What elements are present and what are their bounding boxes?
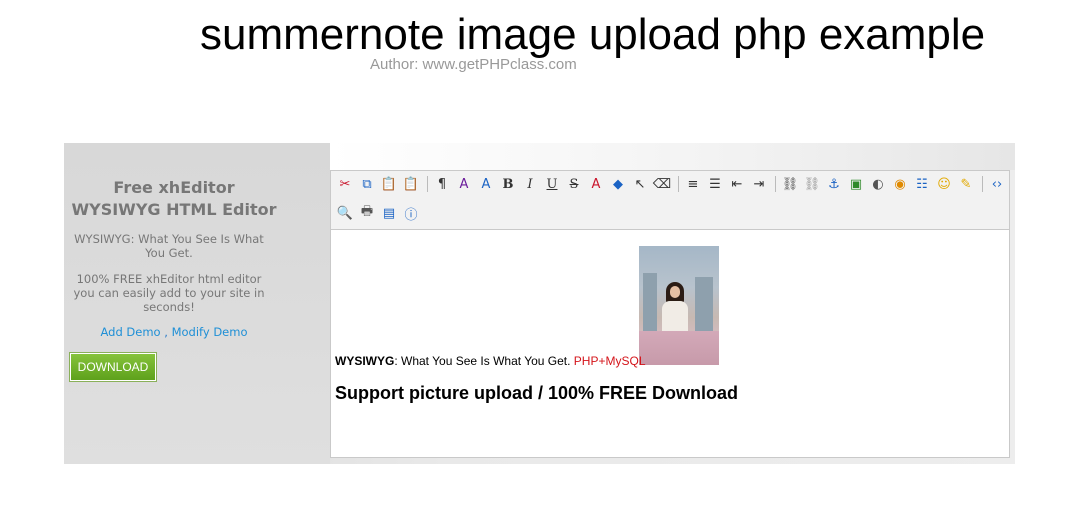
content-inline-bold: WYSIWYG <box>335 354 395 368</box>
sidebar-description: WYSIWYG: What You See Is What You Get. <box>74 232 264 260</box>
block-format-icon[interactable]: ¶ <box>432 174 452 194</box>
toolbar-row-2: 🔍 🖶 ▤ ⓘ <box>335 202 423 224</box>
cut-icon[interactable]: ✂ <box>335 174 355 194</box>
content-photo <box>639 246 719 365</box>
emoticon-icon[interactable]: ☺ <box>934 174 954 194</box>
italic-icon[interactable]: I <box>520 174 540 194</box>
anchor-icon[interactable]: ⚓ <box>824 174 844 194</box>
content-inline-rest: : What You See Is What You Get. <box>394 354 574 368</box>
unlink-icon[interactable]: ⛓ <box>802 174 822 194</box>
content-inline-red: PHP+MySQL <box>573 354 646 368</box>
xheditor: ✂ ⧉ 📋 📋 ¶ A A B I U S A ◆ ↖ ⌫ ≡ ☰ ⇤ ⇥ ⛓ ⛓ ⚓ ▣ ◐ ◉ ☷ ☺ ✎ ‹› 🔍 🖶 ▤ ⓘ WYSI… <box>330 170 1010 458</box>
toolbar-separator <box>678 176 679 192</box>
sidebar-heading: Free xhEditor WYSIWYG HTML Editor <box>69 177 279 221</box>
toolbar-separator <box>982 176 983 192</box>
toolbar-separator <box>775 176 776 192</box>
content-inline-text: WYSIWYG: What You See Is What You Get. P… <box>335 354 646 368</box>
table-icon[interactable]: ✎ <box>956 174 976 194</box>
underline-icon[interactable]: U <box>542 174 562 194</box>
add-demo-link[interactable]: Add Demo <box>101 325 161 339</box>
back-color-icon[interactable]: ◆ <box>608 174 628 194</box>
hr-icon[interactable]: ☷ <box>912 174 932 194</box>
outdent-icon[interactable]: ⇤ <box>727 174 747 194</box>
source-icon[interactable]: ‹› <box>987 174 1007 194</box>
page-title: summernote image upload php example <box>200 10 986 59</box>
preview-icon[interactable]: 🔍 <box>335 203 355 223</box>
flash-icon[interactable]: ◐ <box>868 174 888 194</box>
align-icon[interactable]: ≡ <box>683 174 703 194</box>
page-author: Author: www.getPHPclass.com <box>370 56 577 73</box>
image-icon[interactable]: ▣ <box>846 174 866 194</box>
font-family-icon[interactable]: A <box>454 174 474 194</box>
select-all-icon[interactable]: ↖ <box>630 174 650 194</box>
sidebar-promo-text: 100% FREE xhEditor html editor you can e… <box>73 272 265 314</box>
link-icon[interactable]: ⛓ <box>780 174 800 194</box>
bold-icon[interactable]: B <box>498 174 518 194</box>
sidebar-heading-line2: WYSIWYG HTML Editor <box>71 200 277 219</box>
paste-icon[interactable]: 📋 <box>379 174 399 194</box>
editor-content[interactable]: WYSIWYG: What You See Is What You Get. P… <box>331 230 1009 457</box>
editor-toolbar: ✂ ⧉ 📋 📋 ¶ A A B I U S A ◆ ↖ ⌫ ≡ ☰ ⇤ ⇥ ⛓ ⛓ ⚓ ▣ ◐ ◉ ☷ ☺ ✎ ‹› 🔍 🖶 ▤ ⓘ <box>331 171 1009 230</box>
modify-demo-link[interactable]: Modify Demo <box>172 325 248 339</box>
sidebar: Free xhEditor WYSIWYG HTML Editor WYSIWY… <box>64 143 330 464</box>
list-icon[interactable]: ☰ <box>705 174 725 194</box>
sidebar-links: Add Demo , Modify Demo <box>69 325 279 339</box>
sidebar-heading-line1: Free xhEditor <box>113 178 235 197</box>
font-size-icon[interactable]: A <box>476 174 496 194</box>
link-separator: , <box>160 325 172 339</box>
media-icon[interactable]: ◉ <box>890 174 910 194</box>
strikethrough-icon[interactable]: S <box>564 174 584 194</box>
about-icon[interactable]: ⓘ <box>401 203 421 223</box>
content-heading: Support picture upload / 100% FREE Downl… <box>335 383 739 403</box>
copy-icon[interactable]: ⧉ <box>357 174 377 194</box>
panel-top-strip <box>330 143 1015 170</box>
indent-icon[interactable]: ⇥ <box>749 174 769 194</box>
download-button[interactable]: DOWNLOAD <box>69 352 157 382</box>
toolbar-row-1: ✂ ⧉ 📋 📋 ¶ A A B I U S A ◆ ↖ ⌫ ≡ ☰ ⇤ ⇥ ⛓ ⛓ ⚓ ▣ ◐ ◉ ☷ ☺ ✎ ‹› <box>335 173 1009 195</box>
toolbar-separator <box>427 176 428 192</box>
print-icon[interactable]: 🖶 <box>357 203 377 223</box>
fullscreen-icon[interactable]: ▤ <box>379 203 399 223</box>
remove-format-icon[interactable]: ⌫ <box>652 174 672 194</box>
paste-text-icon[interactable]: 📋 <box>401 174 421 194</box>
font-color-icon[interactable]: A <box>586 174 606 194</box>
